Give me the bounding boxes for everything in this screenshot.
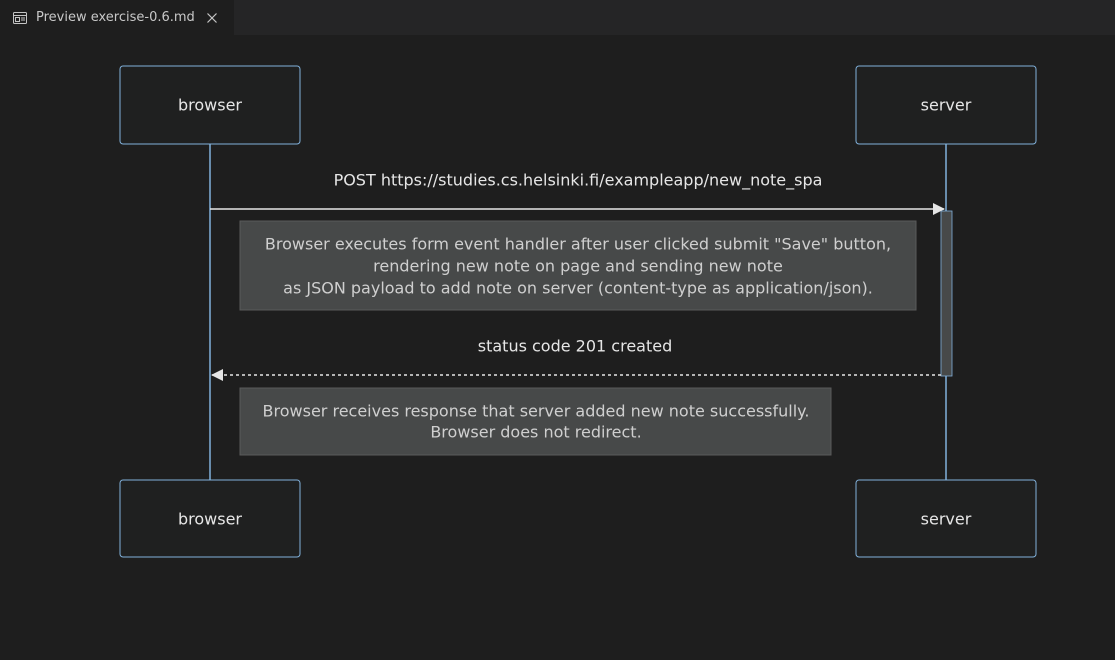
- note-form-handler-line1: Browser executes form event handler afte…: [265, 235, 891, 254]
- note-form-handler-line2: rendering new note on page and sending n…: [373, 257, 783, 276]
- note-form-handler: Browser executes form event handler afte…: [239, 220, 917, 311]
- tab-label: Preview exercise-0.6.md: [36, 10, 195, 25]
- sequence-diagram: browser server POST https://studies.cs.h…: [0, 35, 1115, 660]
- preview-icon: [12, 10, 28, 26]
- server-actor-top: server: [855, 65, 1037, 145]
- server-actor-bottom: server: [855, 479, 1037, 558]
- server-actor-bottom-label: server: [921, 510, 972, 529]
- note-response-received: Browser receives response that server ad…: [239, 387, 832, 456]
- browser-actor-bottom: browser: [119, 479, 301, 558]
- post-message-label: POST https://studies.cs.helsinki.fi/exam…: [334, 171, 823, 191]
- sequence-diagram-svg: browser server POST https://studies.cs.h…: [119, 65, 1037, 558]
- note-form-handler-line3: as JSON payload to add note on server (c…: [283, 279, 873, 298]
- server-activation-box: [940, 210, 953, 377]
- browser-actor-top-label: browser: [178, 96, 242, 115]
- editor-tab-bar: Preview exercise-0.6.md: [0, 0, 1115, 35]
- close-icon[interactable]: [204, 10, 220, 26]
- browser-actor-top: browser: [119, 65, 301, 145]
- note-response-received-line1: Browser receives response that server ad…: [263, 402, 810, 421]
- note-response-received-line2: Browser does not redirect.: [430, 423, 641, 442]
- response-message-label: status code 201 created: [478, 337, 673, 356]
- tab-preview-exercise[interactable]: Preview exercise-0.6.md: [0, 0, 234, 35]
- browser-actor-bottom-label: browser: [178, 510, 242, 529]
- server-actor-top-label: server: [921, 96, 972, 115]
